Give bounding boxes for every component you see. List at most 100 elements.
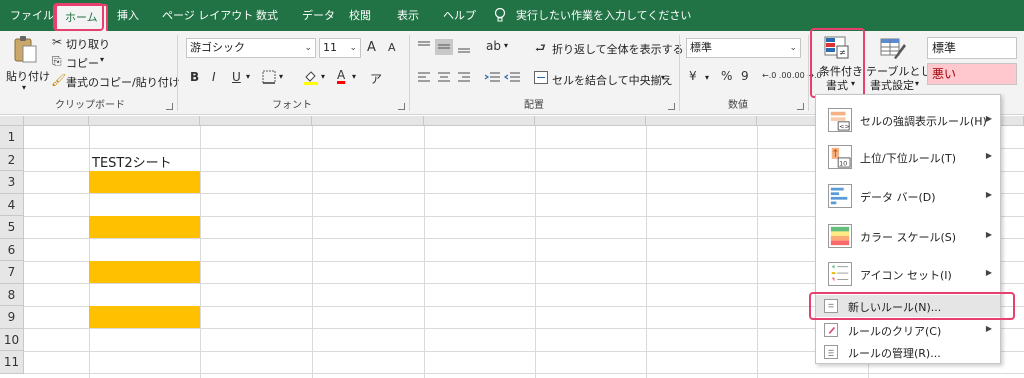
- column-header[interactable]: [24, 116, 89, 126]
- comma-button[interactable]: 9: [741, 69, 749, 83]
- format-painter-icon[interactable]: 🖌: [51, 73, 66, 87]
- column-header[interactable]: [646, 116, 757, 126]
- highlight-new-rule: [809, 292, 1015, 320]
- cell-b3-filled[interactable]: [89, 171, 200, 193]
- row-header[interactable]: 2: [0, 148, 24, 171]
- row-header[interactable]: 7: [0, 261, 24, 284]
- menu-item-color-scales[interactable]: カラー スケール(S) ▶: [816, 219, 1000, 253]
- orientation-dropdown-icon[interactable]: ▾: [504, 41, 508, 50]
- menu-item-label: データ バー(D): [860, 191, 936, 204]
- format-painter-button[interactable]: 書式のコピー/貼り付け: [66, 74, 180, 90]
- borders-dropdown-icon[interactable]: ▾: [279, 72, 283, 81]
- grow-font-button[interactable]: A: [367, 40, 376, 55]
- font-color-dropdown-icon[interactable]: ▾: [352, 72, 356, 81]
- horizontal-align-icons[interactable]: [416, 71, 476, 85]
- tab-page-layout[interactable]: ページ レイアウト: [162, 0, 253, 31]
- submenu-arrow-icon: ▶: [985, 230, 992, 239]
- vertical-align-icons[interactable]: [416, 39, 476, 55]
- cell-b7-filled[interactable]: [89, 261, 200, 283]
- currency-dropdown-icon[interactable]: ▾: [705, 73, 709, 82]
- bold-button[interactable]: B: [190, 70, 199, 84]
- manage-rules-icon: [824, 345, 838, 359]
- wrap-text-button[interactable]: 折り返して全体を表示する: [552, 41, 684, 57]
- orientation-icon[interactable]: ab: [486, 39, 501, 53]
- paste-button[interactable]: 貼り付け: [6, 68, 50, 84]
- tab-file[interactable]: ファイル: [10, 0, 54, 31]
- phonetic-icon[interactable]: ア: [370, 70, 382, 87]
- submenu-arrow-icon: ▶: [985, 324, 992, 333]
- scissors-icon[interactable]: ✂: [52, 35, 62, 49]
- wrap-text-icon[interactable]: ⮐: [535, 39, 546, 60]
- underline-dropdown-icon[interactable]: ▾: [246, 72, 250, 81]
- percent-button[interactable]: %: [721, 69, 732, 83]
- merge-center-button[interactable]: セルを結合して中央揃え: [552, 72, 673, 88]
- column-header[interactable]: [89, 116, 200, 126]
- borders-icon[interactable]: [262, 70, 276, 84]
- tab-insert[interactable]: 挿入: [117, 0, 139, 31]
- group-label-font: フォント: [272, 100, 312, 111]
- menu-item-top-bottom-rules[interactable]: 10 上位/下位ルール(T) ▶: [816, 140, 1000, 174]
- row-header[interactable]: 9: [0, 306, 24, 329]
- tell-me-search[interactable]: 実行したい作業を入力してください: [516, 0, 691, 31]
- tab-help[interactable]: ヘルプ: [443, 0, 476, 31]
- column-header[interactable]: [200, 116, 312, 126]
- indent-icons[interactable]: [484, 71, 524, 85]
- font-launcher-icon[interactable]: [398, 103, 405, 110]
- top-bottom-icon: 10: [828, 145, 852, 169]
- row-header[interactable]: 5: [0, 216, 24, 239]
- tab-formulas[interactable]: 数式: [256, 0, 278, 31]
- row-header[interactable]: 6: [0, 238, 24, 261]
- cell-b5-filled[interactable]: [89, 216, 200, 238]
- fill-color-icon[interactable]: [303, 69, 319, 85]
- menu-item-data-bars[interactable]: データ バー(D) ▶: [816, 179, 1000, 213]
- format-as-table-icon[interactable]: [880, 36, 906, 60]
- currency-icon[interactable]: ¥: [689, 69, 697, 83]
- font-size-combo[interactable]: 11 ⌄: [319, 38, 361, 58]
- row-header[interactable]: 4: [0, 193, 24, 216]
- alignment-launcher-icon[interactable]: [668, 103, 675, 110]
- menu-item-icon-sets[interactable]: アイコン セット(I) ▶: [816, 257, 1000, 291]
- underline-button[interactable]: U: [232, 70, 241, 84]
- copy-button[interactable]: コピー: [66, 55, 99, 71]
- cut-button[interactable]: 切り取り: [66, 36, 110, 52]
- tab-view[interactable]: 表示: [397, 0, 419, 31]
- style-bad[interactable]: 悪い: [927, 63, 1017, 85]
- shrink-font-button[interactable]: A: [388, 41, 396, 54]
- tab-data[interactable]: データ: [302, 0, 335, 31]
- select-all-corner[interactable]: [0, 116, 24, 126]
- row-header[interactable]: 11: [0, 351, 24, 374]
- menu-item-highlight-rules[interactable]: <> セルの強調表示ルール(H) ▶: [816, 103, 1000, 137]
- submenu-arrow-icon: ▶: [985, 151, 992, 160]
- paste-dropdown-icon[interactable]: ▾: [22, 83, 26, 92]
- font-name-combo[interactable]: 游ゴシック ⌄: [186, 38, 316, 58]
- data-bars-icon: [828, 184, 852, 208]
- tab-review[interactable]: 校閲: [349, 0, 371, 31]
- font-name-value: 游ゴシック: [190, 41, 245, 54]
- merge-dropdown-icon[interactable]: ▾: [661, 73, 665, 82]
- row-header[interactable]: 1: [0, 126, 24, 149]
- copy-icon[interactable]: ⎘: [52, 54, 62, 69]
- number-format-combo[interactable]: 標準 ⌄: [686, 38, 801, 58]
- paste-icon[interactable]: [12, 35, 38, 65]
- fill-color-dropdown-icon[interactable]: ▾: [321, 72, 325, 81]
- row-header[interactable]: 10: [0, 328, 24, 351]
- cell-b9-filled[interactable]: [89, 306, 200, 328]
- font-color-button[interactable]: A: [337, 68, 345, 82]
- number-launcher-icon[interactable]: [797, 103, 804, 110]
- cell-b2[interactable]: TEST2シート: [92, 152, 172, 171]
- merge-center-icon[interactable]: [534, 71, 548, 84]
- italic-button[interactable]: I: [212, 70, 216, 84]
- column-header[interactable]: [535, 116, 646, 126]
- clipboard-launcher-icon[interactable]: [166, 103, 173, 110]
- style-normal[interactable]: 標準: [927, 37, 1017, 59]
- menu-item-clear-rules[interactable]: ルールのクリア(C) ▶: [816, 319, 1000, 341]
- increase-decimal-button[interactable]: ←.0 .00: [762, 71, 792, 80]
- row-header[interactable]: 8: [0, 283, 24, 306]
- format-table-dropdown-icon[interactable]: ▾: [915, 79, 919, 88]
- column-header[interactable]: [424, 116, 535, 126]
- menu-item-manage-rules[interactable]: ルールの管理(R)...: [816, 341, 1000, 363]
- copy-dropdown-icon[interactable]: ▾: [100, 55, 104, 64]
- row-header[interactable]: 3: [0, 171, 24, 194]
- column-header[interactable]: [312, 116, 424, 126]
- format-as-table-line2[interactable]: 書式設定: [870, 77, 914, 93]
